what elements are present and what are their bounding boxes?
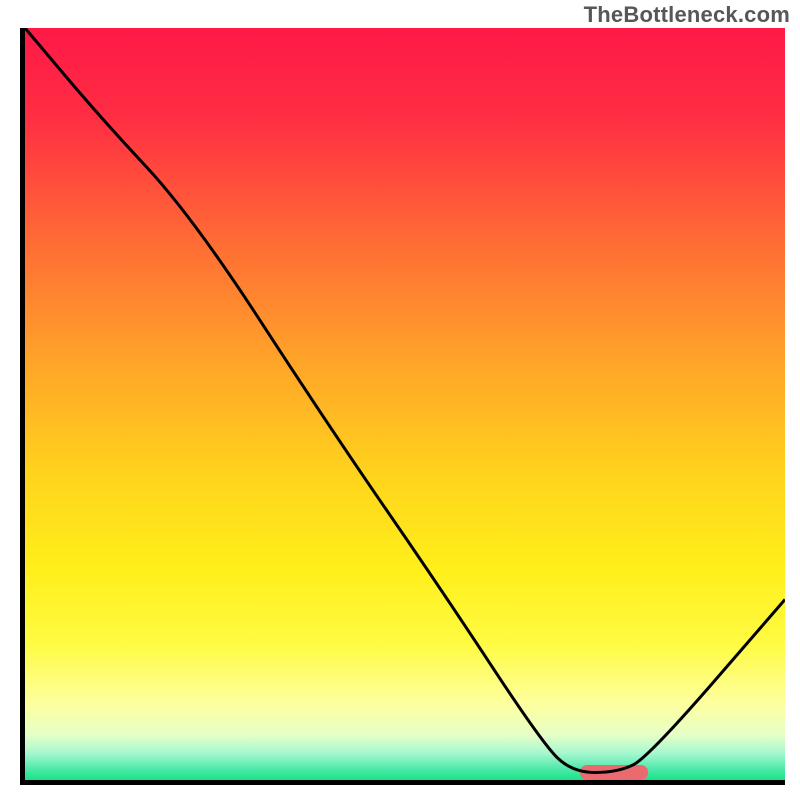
chart-container: TheBottleneck.com: [0, 0, 800, 800]
main-curve: [25, 28, 785, 772]
watermark-text: TheBottleneck.com: [584, 2, 790, 28]
plot-area: [20, 28, 785, 785]
curve-layer: [25, 28, 785, 780]
